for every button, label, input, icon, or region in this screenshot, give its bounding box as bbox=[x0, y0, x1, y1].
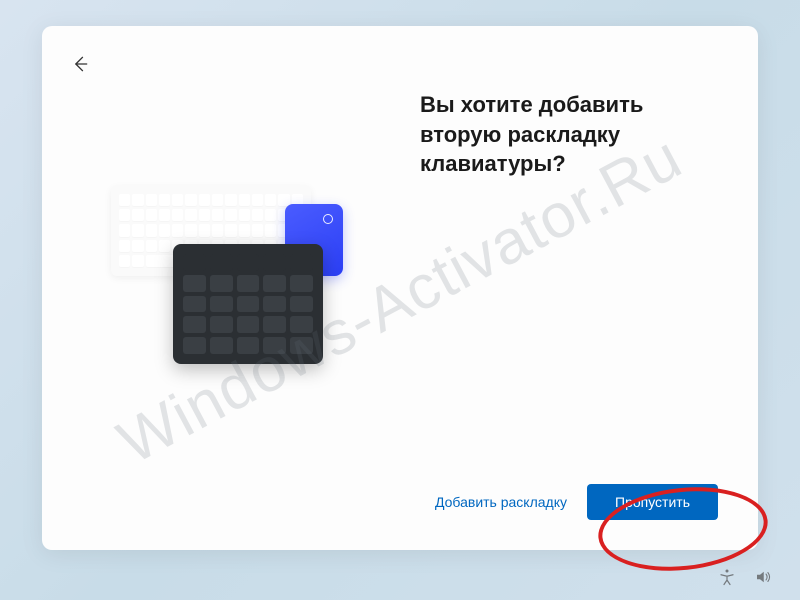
oobe-card: Вы хотите добавить вторую раскладку клав… bbox=[42, 26, 758, 550]
skip-button[interactable]: Пропустить bbox=[587, 484, 718, 520]
action-row: Добавить раскладку Пропустить bbox=[82, 464, 718, 520]
text-column: Вы хотите добавить вторую раскладку клав… bbox=[420, 66, 718, 179]
system-tray bbox=[718, 568, 772, 586]
volume-icon[interactable] bbox=[754, 568, 772, 586]
add-layout-button[interactable]: Добавить раскладку bbox=[435, 494, 567, 510]
back-button[interactable] bbox=[70, 54, 94, 78]
accessibility-icon[interactable] bbox=[718, 568, 736, 586]
numpad-dark-icon bbox=[173, 244, 323, 364]
keyboard-illustration bbox=[111, 186, 351, 366]
page-title: Вы хотите добавить вторую раскладку клав… bbox=[420, 90, 718, 179]
illustration-column bbox=[82, 66, 380, 366]
back-arrow-icon bbox=[70, 54, 90, 74]
content-row: Вы хотите добавить вторую раскладку клав… bbox=[82, 66, 718, 464]
